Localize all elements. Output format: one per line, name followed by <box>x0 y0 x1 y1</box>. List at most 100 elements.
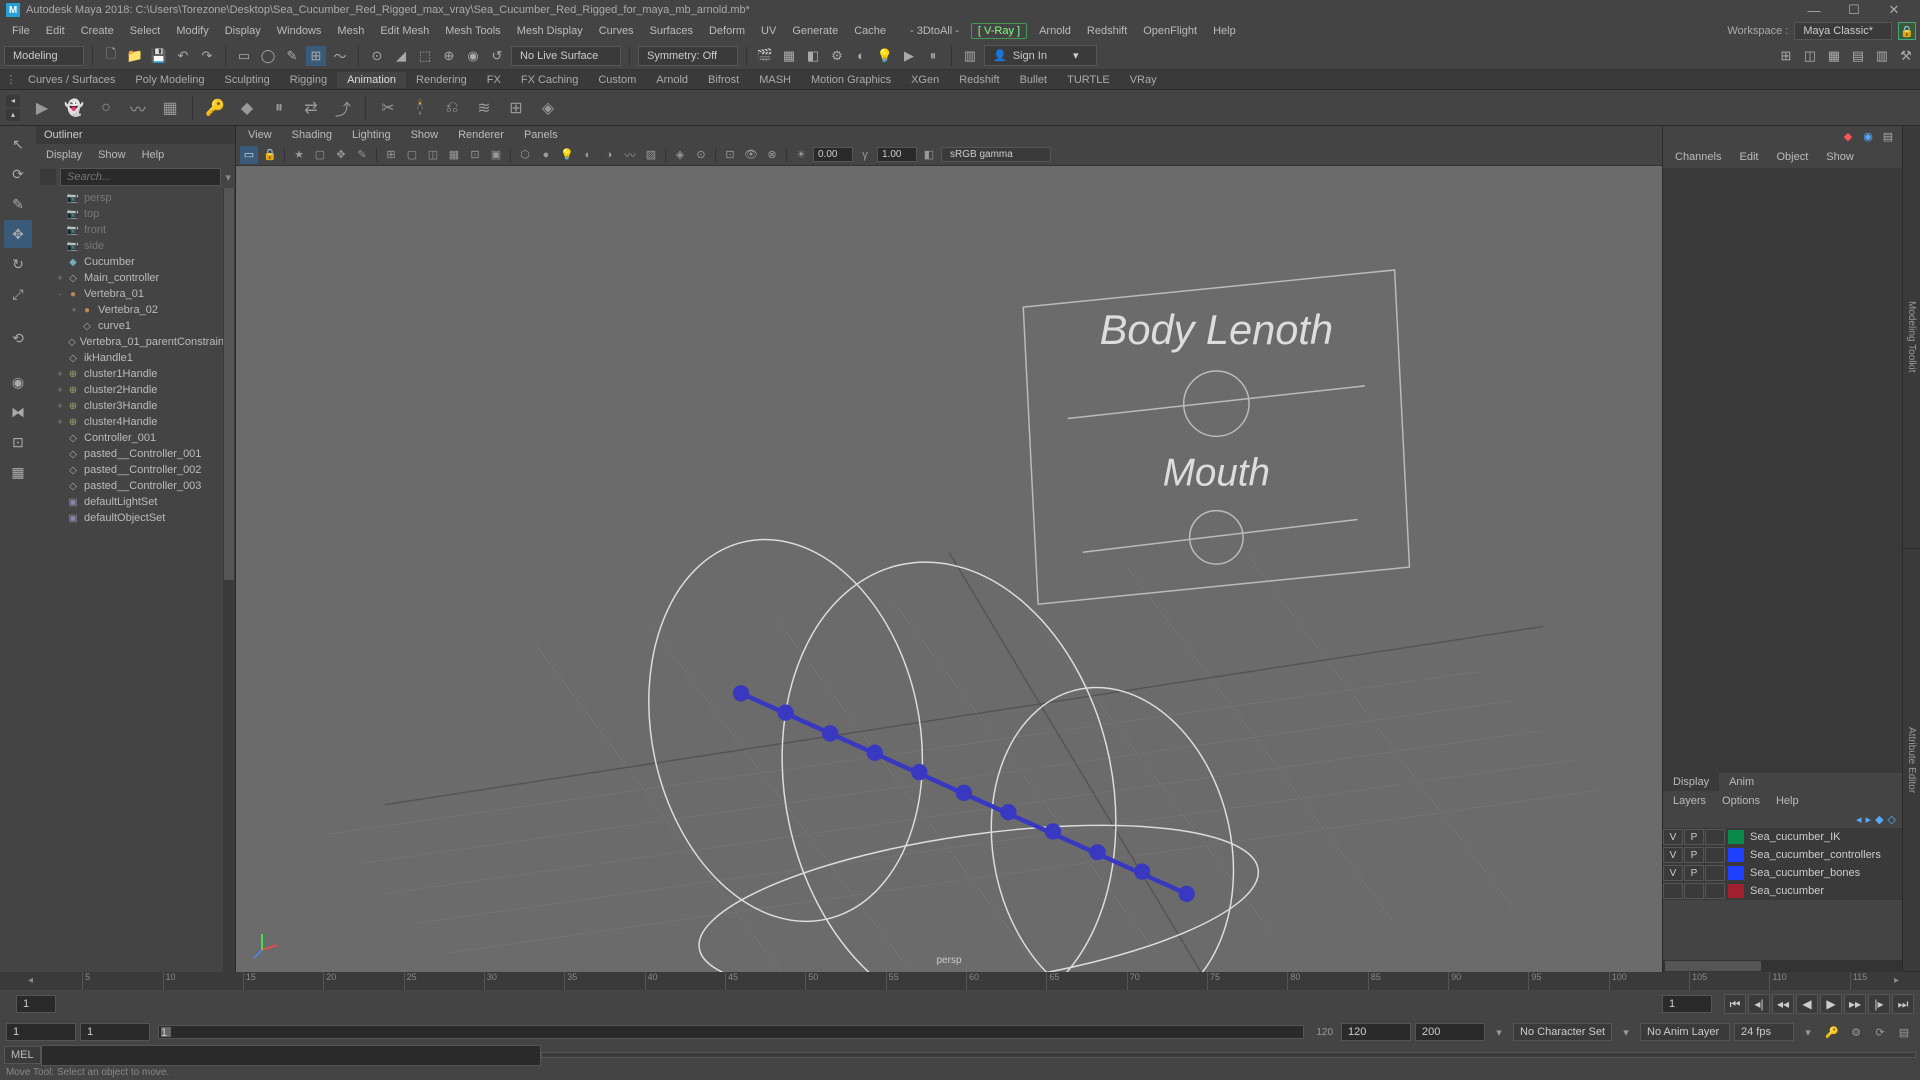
set-key-icon[interactable]: 🔑 <box>201 94 229 122</box>
playback-current-field[interactable] <box>1662 995 1712 1013</box>
light-editor-icon[interactable]: 💡 <box>875 46 895 66</box>
vp-menu-lighting[interactable]: Lighting <box>344 127 399 143</box>
play-icon[interactable]: ▶ <box>899 46 919 66</box>
toggle-modeling-toolkit-icon[interactable]: ⊞ <box>1776 46 1796 66</box>
range-start-field[interactable] <box>80 1023 150 1041</box>
redo-icon[interactable]: ↷ <box>197 46 217 66</box>
soft-select-icon[interactable]: ◉ <box>4 368 32 396</box>
go-end-button[interactable]: ⏭ <box>1892 994 1914 1014</box>
outliner-menu-show[interactable]: Show <box>92 147 132 163</box>
vp-gate-mask-icon[interactable]: ▦ <box>445 146 463 164</box>
rotate-tool[interactable]: ↻ <box>4 250 32 278</box>
unghost-icon[interactable]: ○ <box>92 94 120 122</box>
snap-center-icon[interactable]: ⊕ <box>439 46 459 66</box>
shelf-tab-custom[interactable]: Custom <box>588 72 646 88</box>
layer-color-swatch[interactable] <box>1728 866 1744 880</box>
outliner-node-ikhandle1[interactable]: ◇ikHandle1 <box>36 350 235 366</box>
cmd-lang-label[interactable]: MEL <box>4 1046 41 1064</box>
step-back-key-button[interactable]: ◂◂ <box>1772 994 1794 1014</box>
shelf-tab-vray[interactable]: VRay <box>1120 72 1167 88</box>
layer-color-swatch[interactable] <box>1728 848 1744 862</box>
shelf-tab-bullet[interactable]: Bullet <box>1010 72 1058 88</box>
menu-mesh-display[interactable]: Mesh Display <box>509 22 591 40</box>
ipr-icon[interactable]: ◧ <box>803 46 823 66</box>
snap-point-icon[interactable]: ⊙ <box>367 46 387 66</box>
create-clip-icon[interactable]: ✂ <box>374 94 402 122</box>
set-breakdown-icon[interactable]: ◆ <box>233 94 261 122</box>
anim-start-field[interactable] <box>6 1023 76 1041</box>
outliner-tree[interactable]: 📷persp📷top📷front📷side◆Cucumber+◇Main_con… <box>36 188 235 972</box>
move-tool[interactable]: ✥ <box>4 220 32 248</box>
layer-display-type[interactable] <box>1705 883 1725 899</box>
vp-grid-icon[interactable]: ⊞ <box>382 146 400 164</box>
shelf-tab-redshift[interactable]: Redshift <box>949 72 1009 88</box>
expand-icon[interactable]: + <box>54 385 66 395</box>
fps-options-icon[interactable]: ▾ <box>1798 1022 1818 1042</box>
vp-hide-icon[interactable]: ⊗ <box>763 146 781 164</box>
vp-xray-joints-icon[interactable]: ⊙ <box>692 146 710 164</box>
expand-icon[interactable]: + <box>54 273 66 283</box>
character-set-select[interactable]: No Character Set <box>1513 1023 1612 1041</box>
vp-exposure-field[interactable]: 0.00 <box>813 147 853 162</box>
range-end-field[interactable] <box>1341 1023 1411 1041</box>
menu-mesh[interactable]: Mesh <box>329 22 372 40</box>
time-scroll-right-icon[interactable]: ▸ <box>1894 975 1906 987</box>
layer-row-sea_cucumber_controllers[interactable]: VPSea_cucumber_controllers <box>1663 846 1902 864</box>
expand-icon[interactable]: + <box>68 305 80 315</box>
shelf-tab-mash[interactable]: MASH <box>749 72 801 88</box>
layer-visibility-toggle[interactable]: V <box>1663 829 1683 845</box>
menu-windows[interactable]: Windows <box>269 22 330 40</box>
outliner-node-cluster3handle[interactable]: +⊕cluster3Handle <box>36 398 235 414</box>
toggle-icon[interactable]: ↺ <box>487 46 507 66</box>
select-tool[interactable]: ↖ <box>4 130 32 158</box>
vp-smooth-shade-icon[interactable]: ● <box>537 146 555 164</box>
menu-modify[interactable]: Modify <box>168 22 216 40</box>
vp-xray-icon[interactable]: ◈ <box>671 146 689 164</box>
shelf-tab-rendering[interactable]: Rendering <box>406 72 477 88</box>
hold-key-icon[interactable]: ⏸ <box>265 94 293 122</box>
vp-menu-show[interactable]: Show <box>403 127 447 143</box>
vp-grease-pencil-icon[interactable]: ✎ <box>353 146 371 164</box>
fps-select[interactable]: 24 fps <box>1734 1023 1794 1041</box>
outliner-node-defaultlightset[interactable]: ▣defaultLightSet <box>36 494 235 510</box>
play-backward-button[interactable]: ◀ <box>1796 994 1818 1014</box>
save-scene-icon[interactable]: 💾 <box>149 46 169 66</box>
shelf-tab-turtle[interactable]: TURTLE <box>1057 72 1120 88</box>
outliner-search-input[interactable] <box>60 168 221 186</box>
outliner-node-persp[interactable]: 📷persp <box>36 190 235 206</box>
menu-curves[interactable]: Curves <box>591 22 642 40</box>
outliner-node-pasted__controller_003[interactable]: ◇pasted__Controller_003 <box>36 478 235 494</box>
outliner-menu-display[interactable]: Display <box>40 147 88 163</box>
outliner-node-curve1[interactable]: ◇curve1 <box>36 318 235 334</box>
motion-trail-icon[interactable]: 〰 <box>124 94 152 122</box>
vp-field-chart-icon[interactable]: ⊡ <box>466 146 484 164</box>
layer-playback-toggle[interactable]: P <box>1684 847 1704 863</box>
outliner-menu-help[interactable]: Help <box>136 147 171 163</box>
layout-icon[interactable]: ▦ <box>4 458 32 486</box>
vp-image-plane-icon[interactable]: ▢ <box>311 146 329 164</box>
snap-together-icon[interactable]: ⊡ <box>4 428 32 456</box>
cb-menu-show[interactable]: Show <box>1820 149 1860 165</box>
minimize-button[interactable]: — <box>1794 0 1834 20</box>
outliner-node-front[interactable]: 📷front <box>36 222 235 238</box>
lasso-tool[interactable]: ⟳ <box>4 160 32 188</box>
play-forward-button[interactable]: ▶ <box>1820 994 1842 1014</box>
cb-menu-edit[interactable]: Edit <box>1733 149 1764 165</box>
shelf-tab-arnold[interactable]: Arnold <box>646 72 698 88</box>
toggle-xray-icon[interactable]: ▦ <box>1824 46 1844 66</box>
close-button[interactable]: ✕ <box>1874 0 1914 20</box>
layer-row-sea_cucumber[interactable]: Sea_cucumber <box>1663 882 1902 900</box>
range-slider[interactable]: 1 <box>158 1025 1304 1039</box>
toggle-tool-settings-icon[interactable]: ⚒ <box>1896 46 1916 66</box>
open-scene-icon[interactable]: 📁 <box>125 46 145 66</box>
menu-3dtoall[interactable]: - 3DtoAll - <box>902 22 967 40</box>
go-start-button[interactable]: ⏮ <box>1724 994 1746 1014</box>
outliner-node-vertebra_01[interactable]: -●Vertebra_01 <box>36 286 235 302</box>
cb-sync-icon[interactable]: ◉ <box>1860 128 1876 144</box>
outliner-node-cucumber[interactable]: ◆Cucumber <box>36 254 235 270</box>
time-ruler[interactable]: 5101520253035404550556065707580859095100… <box>42 972 1890 990</box>
render-icon[interactable]: 🎬 <box>755 46 775 66</box>
shelf-tab-motion-graphics[interactable]: Motion Graphics <box>801 72 901 88</box>
layer-display-type[interactable] <box>1705 847 1725 863</box>
modeling-toolkit-tab[interactable]: Modeling Toolkit <box>1903 126 1920 549</box>
